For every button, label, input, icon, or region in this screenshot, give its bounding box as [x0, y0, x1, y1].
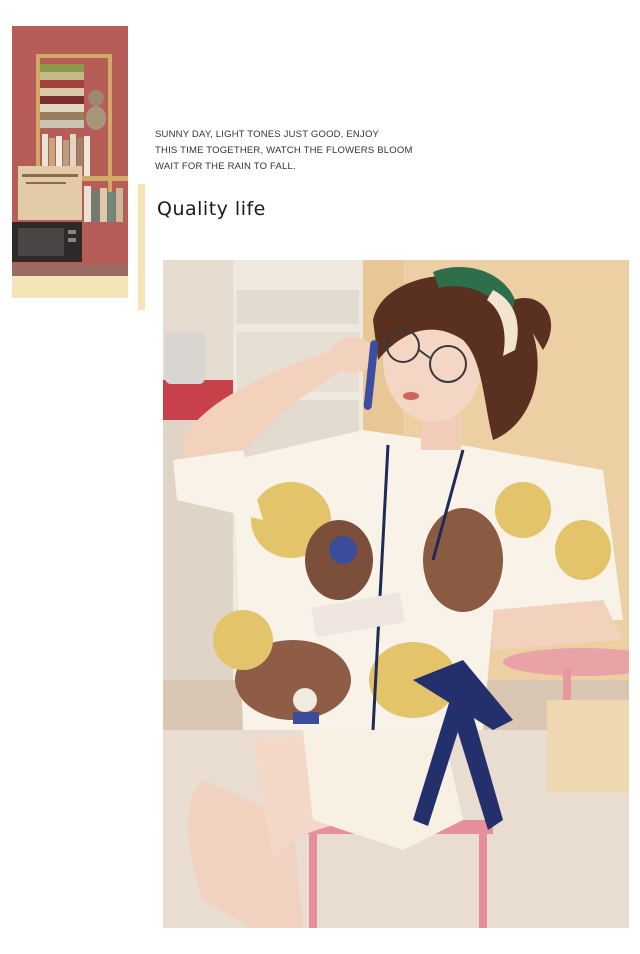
- room-thumbnail: [12, 26, 128, 276]
- thumbnail-accent-block: [12, 276, 128, 298]
- product-photo: [163, 260, 629, 928]
- model-pajama-illustration: [163, 260, 629, 928]
- room-thumbnail-illustration: [12, 26, 128, 276]
- accent-bar: [138, 184, 145, 310]
- tagline-line-3: WAIT FOR THE RAIN TO FALL.: [155, 161, 296, 172]
- tagline: SUNNY DAY, LIGHT TONES JUST GOOD, ENJOY …: [155, 127, 455, 175]
- tagline-line-2: THIS TIME TOGETHER, WATCH THE FLOWERS BL…: [155, 145, 413, 156]
- section-heading: Quality life: [157, 198, 266, 220]
- tagline-line-1: SUNNY DAY, LIGHT TONES JUST GOOD, ENJOY: [155, 129, 380, 140]
